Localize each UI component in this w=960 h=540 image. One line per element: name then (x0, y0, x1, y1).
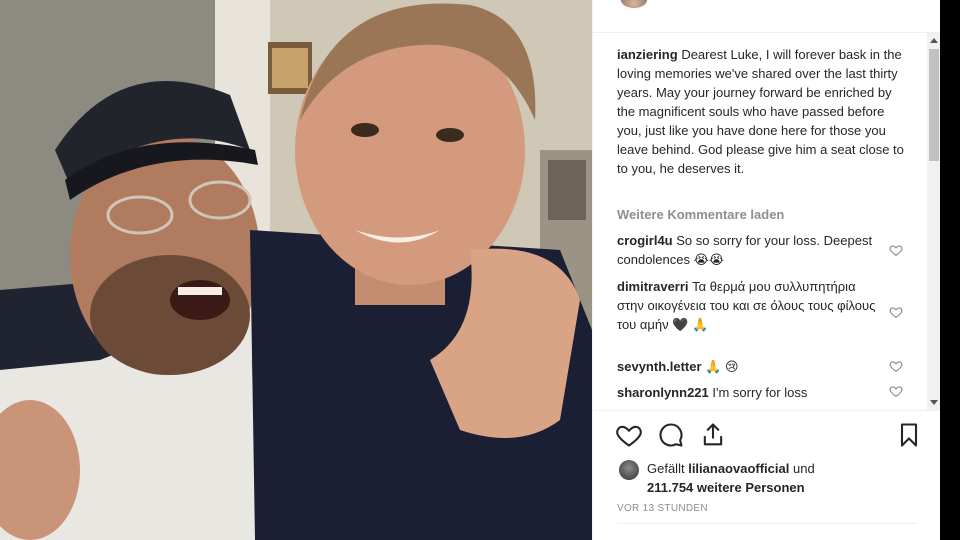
post-side-panel: ianziering Dearest Luke, I will forever … (592, 0, 941, 540)
comment-emoji: 😭😭 (693, 252, 725, 267)
comment-emoji: 🙏 😢 (705, 359, 739, 374)
likes-prefix: Gefällt (647, 461, 685, 476)
post-photo[interactable] (0, 0, 592, 540)
comment-item: sharonlynn221 I'm sorry for loss (617, 383, 877, 402)
comment-username[interactable]: dimitraverri (617, 279, 689, 294)
likes-and: und (792, 461, 815, 476)
likes-summary: Gefällt lilianaovaofficial und 211.754 w… (647, 459, 815, 497)
speech-bubble-icon[interactable] (657, 421, 685, 449)
liker-avatar[interactable] (619, 460, 639, 480)
comments-list[interactable]: ianziering Dearest Luke, I will forever … (593, 32, 941, 410)
post-actions: Gefällt lilianaovaofficial und 211.754 w… (593, 410, 941, 540)
caption-text: Dearest Luke, I will forever bask in the… (617, 47, 904, 176)
comment-emoji: 🖤 🙏 (672, 317, 709, 332)
likes-suffix[interactable]: weitere Personen (697, 480, 805, 495)
scroll-up-arrow-icon[interactable] (930, 38, 938, 43)
comment-item: crogirl4u So so sorry for your loss. Dee… (617, 231, 877, 269)
comments-scrollbar[interactable] (927, 33, 941, 410)
caption-username[interactable]: ianziering (617, 47, 678, 62)
likes-count[interactable]: 211.754 (647, 480, 693, 495)
comment-item: sevynth.letter 🙏 😢 (617, 357, 877, 376)
comment-username[interactable]: sharonlynn221 (617, 385, 709, 400)
comment-like-heart-icon[interactable] (889, 305, 903, 319)
divider (617, 523, 917, 524)
comment-like-heart-icon[interactable] (889, 384, 903, 398)
heart-outline-icon[interactable] (615, 421, 643, 449)
comment-username[interactable]: sevynth.letter (617, 359, 702, 374)
comment-username[interactable]: crogirl4u (617, 233, 673, 248)
author-avatar[interactable] (619, 0, 649, 10)
scroll-down-arrow-icon[interactable] (930, 400, 938, 405)
scrollbar-thumb[interactable] (929, 49, 939, 161)
load-more-comments-button[interactable]: Weitere Kommentare laden (617, 207, 784, 222)
post-caption: ianziering Dearest Luke, I will forever … (617, 45, 907, 178)
comment-like-heart-icon[interactable] (889, 243, 903, 257)
photo-illustration (0, 0, 592, 540)
bookmark-icon[interactable] (895, 421, 923, 449)
comment-item: dimitraverri Τα θερμά μου συλλυπητήρια σ… (617, 277, 877, 334)
post-timestamp[interactable]: VOR 13 STUNDEN (617, 503, 708, 514)
comment-like-heart-icon[interactable] (889, 359, 903, 373)
comment-text: I'm sorry for loss (712, 385, 808, 400)
likes-user[interactable]: lilianaovaofficial (688, 461, 789, 476)
share-upload-icon[interactable] (699, 421, 727, 449)
page-background (940, 0, 960, 540)
